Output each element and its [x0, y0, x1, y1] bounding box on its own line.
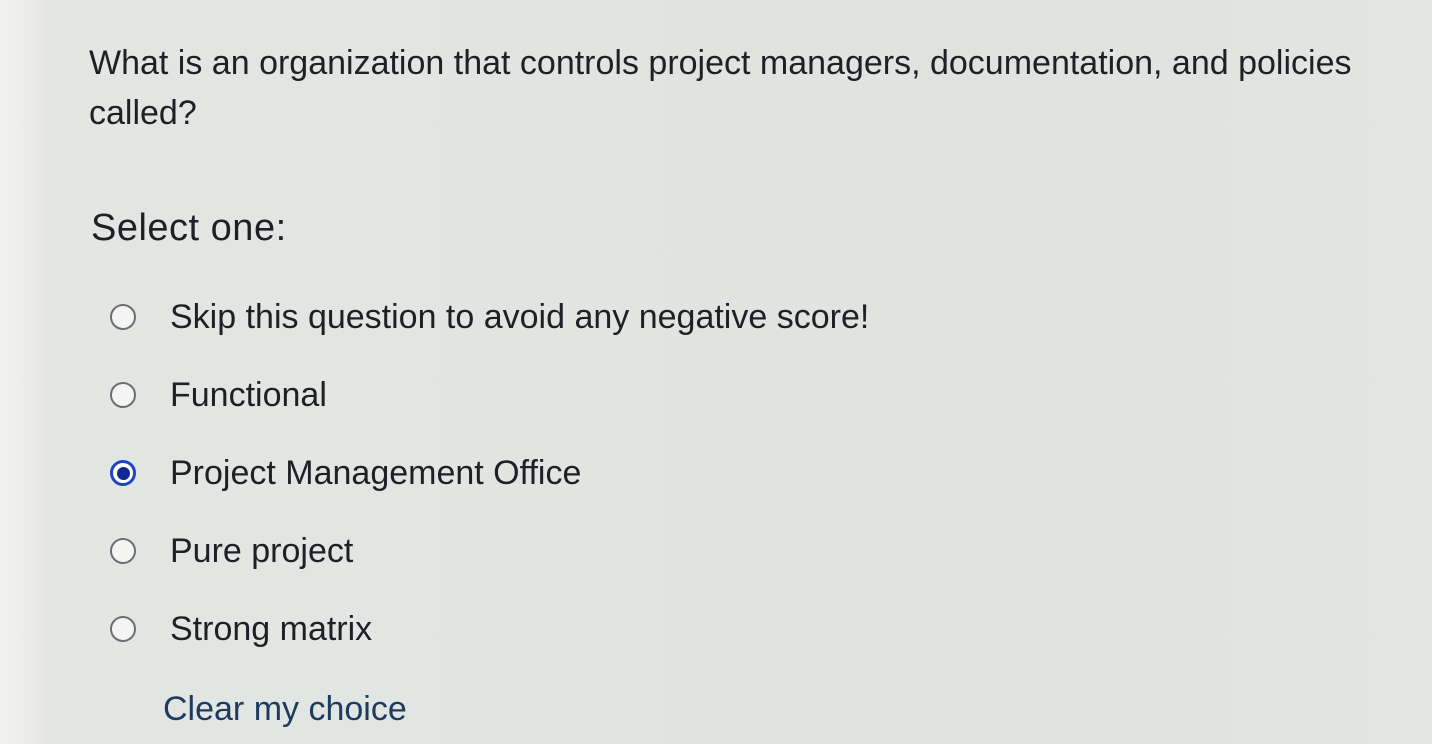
option-skip[interactable]: Skip this question to avoid any negative…	[110, 292, 869, 342]
radio-button[interactable]	[110, 304, 136, 330]
question-text: What is an organization that controls pr…	[89, 44, 1352, 132]
radio-button[interactable]	[110, 616, 136, 642]
option-label: Skip this question to avoid any negative…	[170, 298, 870, 336]
page-left-margin	[0, 0, 48, 744]
option-project-management-office[interactable]: Project Management Office	[110, 448, 869, 498]
option-functional[interactable]: Functional	[110, 370, 869, 420]
radio-button[interactable]	[110, 538, 136, 564]
answer-options: Skip this question to avoid any negative…	[110, 292, 869, 682]
option-pure-project[interactable]: Pure project	[110, 526, 869, 576]
option-label: Strong matrix	[170, 610, 373, 648]
option-label: Pure project	[170, 532, 354, 570]
option-label: Functional	[170, 376, 327, 414]
radio-button[interactable]	[110, 382, 136, 408]
option-strong-matrix[interactable]: Strong matrix	[110, 604, 869, 654]
select-one-prompt: Select one:	[91, 207, 287, 249]
option-label: Project Management Office	[170, 454, 582, 492]
clear-choice-link[interactable]: Clear my choice	[163, 684, 407, 734]
radio-button[interactable]	[110, 460, 136, 486]
